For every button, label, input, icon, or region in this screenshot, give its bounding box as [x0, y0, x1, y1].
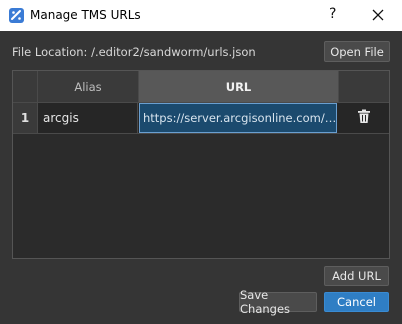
- app-icon: [9, 8, 24, 23]
- save-changes-button[interactable]: Save Changes: [239, 288, 317, 316]
- open-file-button[interactable]: Open File: [324, 41, 390, 62]
- column-header-actions: [339, 71, 389, 102]
- window-title: Manage TMS URLs: [30, 8, 141, 22]
- urls-table: Alias URL 1 arcgis https://server.arcgis…: [12, 70, 390, 259]
- column-header-url[interactable]: URL: [139, 71, 339, 102]
- trash-icon: [357, 109, 371, 127]
- file-location-label: File Location: /.editor2/sandworm/urls.j…: [12, 45, 256, 59]
- help-button[interactable]: ?: [329, 6, 336, 22]
- table-row[interactable]: 1 arcgis https://server.arcgisonline.com…: [13, 102, 389, 134]
- header-corner: [13, 71, 38, 102]
- title-bar: Manage TMS URLs ?: [0, 0, 402, 31]
- column-header-alias[interactable]: Alias: [38, 71, 139, 102]
- url-cell[interactable]: https://server.arcgisonline.com/…: [139, 103, 337, 133]
- row-number: 1: [13, 103, 38, 133]
- add-url-button[interactable]: Add URL: [324, 266, 389, 286]
- alias-cell[interactable]: arcgis: [38, 103, 138, 133]
- close-button[interactable]: [366, 4, 390, 26]
- cancel-button[interactable]: Cancel: [324, 292, 389, 312]
- delete-row-button[interactable]: [339, 103, 389, 133]
